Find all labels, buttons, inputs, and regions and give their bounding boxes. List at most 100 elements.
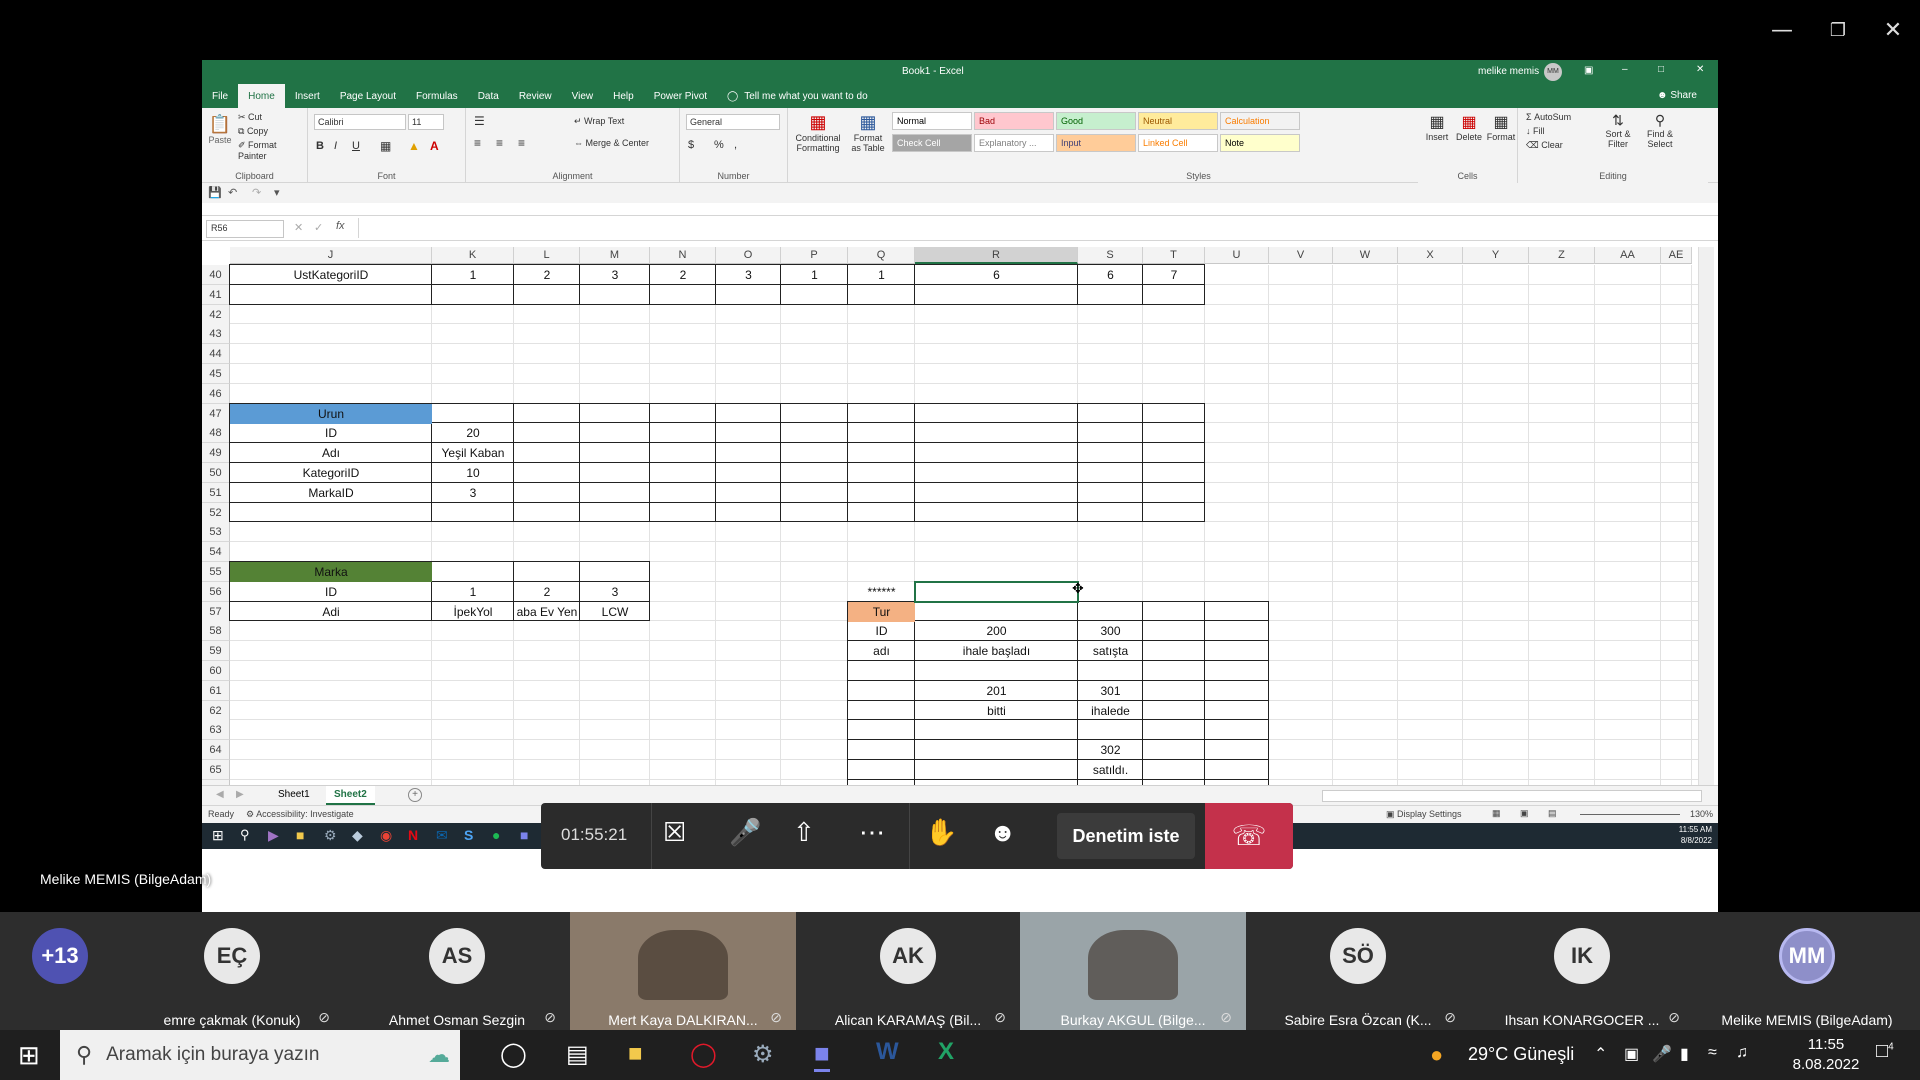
customize-qat-icon[interactable]: ▾	[274, 186, 280, 199]
urun-field-value[interactable]: 10	[432, 463, 514, 483]
row-header-49[interactable]: 49	[202, 443, 230, 464]
currency-icon[interactable]: $	[688, 139, 694, 151]
row-header-55[interactable]: 55	[202, 562, 230, 582]
column-header-u[interactable]: U	[1205, 247, 1269, 264]
column-header-ae[interactable]: AE	[1661, 247, 1692, 264]
word-icon[interactable]: W	[876, 1038, 899, 1066]
participant-tile[interactable]: Burkay AKGUL (Bilge... ⊘	[1020, 912, 1246, 1030]
tab-home[interactable]: Home	[238, 84, 285, 108]
column-header-s[interactable]: S	[1078, 247, 1143, 264]
row-header-52[interactable]: 52	[202, 502, 230, 523]
marka-adi-cell[interactable]: LCW	[580, 602, 650, 622]
align-right-icon[interactable]: ≡	[518, 136, 525, 150]
column-header-r[interactable]: R	[915, 247, 1078, 264]
add-sheet-icon[interactable]: +	[408, 788, 422, 802]
urun-field-value[interactable]: 20	[432, 423, 514, 443]
tab-review[interactable]: Review	[509, 84, 562, 108]
share-button[interactable]: ☻ Share	[1657, 90, 1697, 101]
percent-icon[interactable]: %	[714, 139, 724, 151]
participant-tile[interactable]: AS Ahmet Osman Sezgin ⊘	[344, 912, 570, 1030]
row-header-42[interactable]: 42	[202, 304, 230, 325]
cell-style-normal[interactable]: Normal	[892, 112, 972, 130]
redo-icon[interactable]: ↷	[252, 186, 261, 199]
italic-button[interactable]: I	[334, 140, 337, 152]
remote-search-icon[interactable]: ⚲	[240, 827, 250, 843]
teams-icon[interactable]: ■	[520, 827, 528, 843]
row-header-48[interactable]: 48	[202, 423, 230, 444]
sheet-tab-1[interactable]: Sheet1	[278, 789, 310, 800]
ustkategori-value[interactable]: 3	[716, 265, 781, 285]
remote-start-icon[interactable]: ⊞	[212, 827, 224, 844]
urun-field-label[interactable]: KategoriID	[230, 463, 432, 483]
tur-cell[interactable]: ihale başladı	[915, 641, 1078, 661]
tool-icon[interactable]: ⚙	[752, 1040, 774, 1069]
marka-adi-cell[interactable]: İpekYol	[432, 602, 514, 622]
app-icon[interactable]: ◆	[352, 827, 363, 844]
urun-field-value[interactable]: Yeşil Kaban	[432, 443, 514, 463]
font-color-icon[interactable]: A	[430, 139, 439, 153]
cell-style-explanatory[interactable]: Explanatory ...	[974, 134, 1054, 152]
excel-minimize-icon[interactable]: –	[1622, 64, 1628, 75]
column-header-p[interactable]: P	[781, 247, 848, 264]
meet-now-icon[interactable]: ▣	[1624, 1044, 1639, 1064]
row-header-62[interactable]: 62	[202, 700, 230, 721]
underline-button[interactable]: U	[352, 140, 360, 152]
align-top-icon[interactable]: ☰	[474, 114, 485, 128]
mic-off-icon[interactable]: 🎤	[729, 817, 761, 848]
page-break-view-icon[interactable]: ▤	[1548, 808, 1557, 819]
row-header-65[interactable]: 65	[202, 760, 230, 780]
ustkategori-value[interactable]: 1	[432, 265, 514, 285]
ustkategori-value[interactable]: 2	[514, 265, 580, 285]
excel-close-icon[interactable]: ✕	[1696, 64, 1704, 75]
row-header-47[interactable]: 47	[202, 403, 230, 424]
cell-style-input[interactable]: Input	[1056, 134, 1136, 152]
visual-studio-icon[interactable]: ▶	[268, 827, 279, 844]
request-control-button[interactable]: Denetim iste	[1057, 813, 1195, 859]
tur-cell[interactable]: 200	[915, 621, 1078, 641]
marka-id-cell[interactable]: 1	[432, 582, 514, 602]
tur-cell[interactable]: satışta	[1078, 641, 1143, 661]
column-header-z[interactable]: Z	[1529, 247, 1595, 264]
prev-sheet-icon[interactable]: ◀	[216, 789, 224, 800]
row-header-50[interactable]: 50	[202, 463, 230, 483]
tab-insert[interactable]: Insert	[285, 84, 330, 108]
sort-filter-button[interactable]: ⇅ Sort & Filter	[1600, 112, 1636, 149]
tur-cell[interactable]: bitti	[915, 701, 1078, 721]
tab-data[interactable]: Data	[468, 84, 509, 108]
tur-cell[interactable]: 300	[1078, 621, 1143, 641]
minimize-icon[interactable]: —	[1762, 10, 1802, 50]
user-avatar[interactable]: MM	[1544, 63, 1562, 81]
more-actions-icon[interactable]: ⋯	[859, 817, 885, 848]
restore-icon[interactable]: ❐	[1818, 10, 1858, 50]
notifications-icon[interactable]: □4	[1876, 1040, 1894, 1063]
borders-icon[interactable]: ▦	[380, 139, 391, 153]
cortana-icon[interactable]: ◯	[500, 1040, 527, 1069]
app-s-icon[interactable]: S	[464, 827, 473, 843]
show-hidden-icons[interactable]: ⌃	[1594, 1044, 1607, 1064]
task-view-icon[interactable]: ▤	[566, 1040, 589, 1069]
marka-id-cell[interactable]: 2	[514, 582, 580, 602]
folder-icon[interactable]: ■	[296, 827, 304, 843]
cell-style-neutral[interactable]: Neutral	[1138, 112, 1218, 130]
row-header-57[interactable]: 57	[202, 601, 230, 622]
row-header-51[interactable]: 51	[202, 482, 230, 503]
row-header-60[interactable]: 60	[202, 661, 230, 681]
participants-icon[interactable]: ☻	[989, 817, 1016, 848]
tur-cell[interactable]: ID	[848, 621, 915, 641]
column-header-q[interactable]: Q	[848, 247, 915, 264]
cell-style-good[interactable]: Good	[1056, 112, 1136, 130]
tur-cell[interactable]: ihalede	[1078, 701, 1143, 721]
column-header-j[interactable]: J	[230, 247, 432, 264]
cell-style-bad[interactable]: Bad	[974, 112, 1054, 130]
format-painter-button[interactable]: ✐ Format Painter	[238, 140, 307, 161]
column-header-t[interactable]: T	[1143, 247, 1205, 264]
zoom-slider[interactable]	[1580, 814, 1680, 815]
tur-cell[interactable]: satıldı.	[1078, 760, 1143, 780]
merge-center-button[interactable]: ⇔ Merge & Center	[574, 138, 649, 148]
clear-button[interactable]: ⌫ Clear	[1526, 140, 1563, 151]
comma-icon[interactable]: ,	[734, 139, 737, 151]
row-header-43[interactable]: 43	[202, 324, 230, 345]
delete-cells-button[interactable]: ▦ Delete	[1454, 112, 1484, 142]
column-header-o[interactable]: O	[716, 247, 781, 264]
formula-input[interactable]	[358, 218, 1714, 238]
